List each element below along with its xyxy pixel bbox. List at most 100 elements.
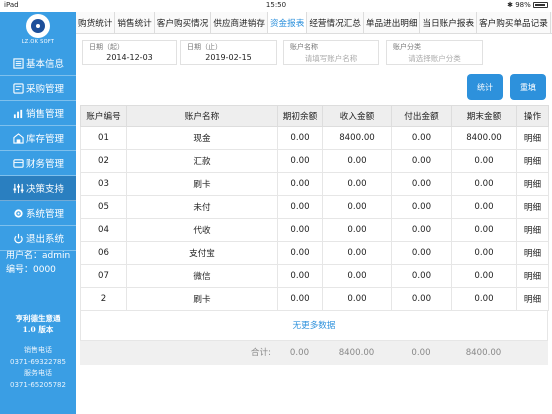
cell-payment: 0.00 <box>391 195 452 219</box>
totals-label: 合计: <box>250 348 271 358</box>
cell-account-name: 未付 <box>126 195 278 219</box>
cell-account-code: 01 <box>80 126 127 150</box>
battery-percent: 98% <box>515 1 531 9</box>
sidebar-item-finance[interactable]: 财务管理 <box>0 151 76 176</box>
sidebar-item-inventory[interactable]: 库存管理 <box>0 126 76 151</box>
status-bar: iPad 15:50 ✱ 98% <box>0 0 552 12</box>
sidebar-item-basic-info[interactable]: 基本信息 <box>0 51 76 76</box>
date-from-field[interactable]: 日期（起） 2014-12-03 <box>82 40 177 65</box>
detail-link[interactable]: 明细 <box>516 287 549 311</box>
sidebar-item-logout[interactable]: 退出系统 <box>0 226 76 251</box>
cell-payment: 0.00 <box>391 287 452 311</box>
cell-account-code: 2 <box>80 287 127 311</box>
table-row: 07 微信 0.00 0.00 0.00 0.00 明细 <box>80 264 549 288</box>
cell-opening-balance: 0.00 <box>277 126 323 150</box>
sliders-icon <box>13 183 24 194</box>
cell-closing-balance: 0.00 <box>451 241 517 265</box>
sidebar: LZ.OK SOFT 基本信息 采购管理 销售管理 库存管理 财务管理 决策支持 <box>0 12 76 414</box>
cell-payment: 0.00 <box>391 218 452 242</box>
user-info: 用户名：admin 编号：0000 <box>6 249 70 277</box>
cell-closing-balance: 0.00 <box>451 287 517 311</box>
bluetooth-icon: ✱ <box>507 1 513 9</box>
contact-info: 销售电话 0371-69322785 服务电话 0371-65205782 <box>0 345 76 391</box>
sidebar-item-label: 退出系统 <box>26 234 65 245</box>
cell-account-name: 支付宝 <box>126 241 278 265</box>
sidebar-item-sales[interactable]: 销售管理 <box>0 101 76 126</box>
detail-link[interactable]: 明细 <box>516 172 549 196</box>
account-category-select[interactable]: 账户分类 请选择账户分类 <box>386 40 483 65</box>
totals-blank <box>516 341 548 365</box>
header-opening-balance: 期初余额 <box>277 105 323 127</box>
date-to-label: 日期（止） <box>187 43 222 51</box>
tab-supplier-inventory[interactable]: 供应商进销存 <box>211 12 268 33</box>
total-income: 8400.00 <box>338 348 375 358</box>
date-from-value: 2014-12-03 <box>106 53 153 62</box>
table-row: 06 支付宝 0.00 0.00 0.00 0.00 明细 <box>80 241 549 265</box>
cell-closing-balance: 0.00 <box>451 149 517 173</box>
cell-account-code: 06 <box>80 241 127 265</box>
cell-closing-balance: 0.00 <box>451 218 517 242</box>
detail-link[interactable]: 明细 <box>516 264 549 288</box>
sidebar-item-purchase[interactable]: 采购管理 <box>0 76 76 101</box>
tab-sales-stats[interactable]: 销售统计 <box>115 12 155 33</box>
detail-link[interactable]: 明细 <box>516 195 549 219</box>
logo-disc-icon <box>26 14 50 38</box>
cell-account-code: 03 <box>80 172 127 196</box>
tab-purchase-stats[interactable]: 购货统计 <box>76 12 116 33</box>
sales-phone: 0371-69322785 <box>10 357 66 366</box>
account-name-input[interactable]: 账户名称 请填写账户名称 <box>283 40 379 65</box>
query-button[interactable]: 统计 <box>467 74 503 100</box>
logo: LZ.OK SOFT <box>16 14 60 48</box>
sales-phone-label: 销售电话 <box>24 346 52 354</box>
detail-link[interactable]: 明细 <box>516 149 549 173</box>
warehouse-icon <box>13 132 24 144</box>
table-row: 02 汇款 0.00 0.00 0.00 0.00 明细 <box>80 149 549 173</box>
cell-payment: 0.00 <box>391 241 452 265</box>
cell-closing-balance: 0.00 <box>451 195 517 219</box>
tab-customer-purchases[interactable]: 客户购买情况 <box>155 12 212 33</box>
cell-account-name: 代收 <box>126 218 278 242</box>
tab-fund-report[interactable]: 资金报表 <box>267 12 308 33</box>
cell-income: 0.00 <box>322 264 392 288</box>
cell-payment: 0.00 <box>391 264 452 288</box>
cell-payment: 0.00 <box>391 126 452 150</box>
cell-account-code: 04 <box>80 218 127 242</box>
tab-customer-item-records[interactable]: 客户购买单品记录 <box>477 12 551 33</box>
cell-account-name: 微信 <box>126 264 278 288</box>
cell-income: 0.00 <box>322 195 392 219</box>
cell-closing-balance: 0.00 <box>451 172 517 196</box>
header-actions: 操作 <box>516 105 549 127</box>
cell-income: 0.00 <box>322 241 392 265</box>
service-phone-label: 服务电话 <box>24 369 52 377</box>
battery-icon <box>533 2 548 8</box>
reset-button[interactable]: 重填 <box>510 74 546 100</box>
total-payment: 0.00 <box>411 348 431 358</box>
sidebar-item-decision-support[interactable]: 决策支持 <box>0 176 76 201</box>
account-name-label: 账户名称 <box>290 43 318 51</box>
tab-business-summary[interactable]: 经营情况汇总 <box>307 12 364 33</box>
detail-link[interactable]: 明细 <box>516 241 549 265</box>
cell-opening-balance: 0.00 <box>277 287 323 311</box>
product-version: 1.0 版本 <box>22 325 54 334</box>
cell-opening-balance: 0.00 <box>277 172 323 196</box>
tab-daily-account[interactable]: 当日账户报表 <box>420 12 478 33</box>
cell-closing-balance: 8400.00 <box>451 126 517 150</box>
sidebar-item-system[interactable]: 系统管理 <box>0 201 76 226</box>
detail-link[interactable]: 明细 <box>516 218 549 242</box>
cell-account-code: 07 <box>80 264 127 288</box>
cell-account-name: 汇款 <box>126 149 278 173</box>
account-category-label: 账户分类 <box>393 43 421 51</box>
table-row: 2 刷卡 0.00 0.00 0.00 0.00 明细 <box>80 287 549 311</box>
sidebar-item-label: 基本信息 <box>26 59 65 70</box>
table-row: 04 代收 0.00 0.00 0.00 0.00 明细 <box>80 218 549 242</box>
cell-income: 0.00 <box>322 172 392 196</box>
sidebar-item-label: 财务管理 <box>26 159 65 170</box>
cell-account-name: 现金 <box>126 126 278 150</box>
date-to-field[interactable]: 日期（止） 2019-02-15 <box>180 40 277 65</box>
sidebar-item-label: 决策支持 <box>26 184 65 195</box>
totals-row: 合计: 0.00 8400.00 0.00 8400.00 <box>80 341 548 365</box>
cell-opening-balance: 0.00 <box>277 218 323 242</box>
tab-item-detail[interactable]: 单品进出明细 <box>364 12 421 33</box>
detail-link[interactable]: 明细 <box>516 126 549 150</box>
cell-income: 0.00 <box>322 218 392 242</box>
